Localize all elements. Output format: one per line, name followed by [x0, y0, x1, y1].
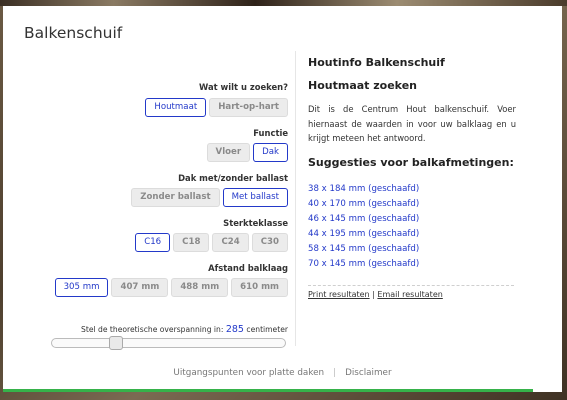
- suggestion-item[interactable]: 40 x 170 mm (geschaafd): [308, 197, 419, 212]
- info-intro-text: Dit is de Centrum Hout balkenschuif. Voe…: [308, 104, 516, 144]
- flat-roofs-link[interactable]: Uitgangspunten voor platte daken: [173, 368, 324, 378]
- suggestions-heading: Suggesties voor balkafmetingen:: [308, 156, 514, 169]
- suggestion-item[interactable]: 38 x 184 mm (geschaafd): [308, 182, 419, 197]
- suggestion-item[interactable]: 44 x 195 mm (geschaafd): [308, 227, 419, 242]
- question-spacing-label: Afstand balklaag: [208, 263, 288, 273]
- footer: Uitgangspunten voor platte daken | Disclai…: [3, 368, 562, 378]
- results-link-separator: |: [372, 290, 375, 299]
- option-button[interactable]: C16: [135, 233, 171, 252]
- suggestion-item[interactable]: 46 x 145 mm (geschaafd): [308, 212, 419, 227]
- question-ballast-label: Dak met/zonder ballast: [178, 173, 288, 183]
- span-slider[interactable]: [51, 336, 286, 350]
- search-type-buttons: Houtmaat Hart-op-hart: [145, 98, 288, 117]
- option-button[interactable]: Dak: [253, 143, 288, 162]
- page-title: Balkenschuif: [24, 24, 123, 42]
- suggestion-item[interactable]: 70 x 145 mm (geschaafd): [308, 257, 419, 272]
- option-button[interactable]: Zonder ballast: [131, 188, 220, 207]
- spacing-buttons: 305 mm 407 mm 488 mm 610 mm: [54, 278, 288, 297]
- suggestions-list: 38 x 184 mm (geschaafd) 40 x 170 mm (gesc…: [308, 182, 419, 272]
- option-button[interactable]: 488 mm: [171, 278, 229, 297]
- span-value: 285: [225, 324, 244, 335]
- results-links: Print resultaten | Email resultaten: [308, 290, 443, 299]
- disclaimer-link[interactable]: Disclaimer: [345, 368, 392, 378]
- info-subheading: Houtmaat zoeken: [308, 79, 417, 92]
- option-button[interactable]: Vloer: [206, 143, 251, 162]
- span-slider-handle[interactable]: [108, 336, 123, 350]
- option-button[interactable]: Met ballast: [222, 188, 288, 207]
- option-button[interactable]: C30: [251, 233, 288, 252]
- option-button[interactable]: Houtmaat: [145, 98, 207, 117]
- function-buttons: Vloer Dak: [206, 143, 288, 162]
- option-button[interactable]: 407 mm: [111, 278, 169, 297]
- option-button[interactable]: C18: [173, 233, 210, 252]
- column-divider: [295, 51, 296, 346]
- span-label-prefix: Stel de theoretische overspanning in:: [81, 325, 224, 334]
- info-heading: Houtinfo Balkenschuif: [308, 56, 445, 69]
- option-button[interactable]: 305 mm: [54, 278, 109, 297]
- footer-divider: |: [333, 368, 337, 378]
- span-slider-label: Stel de theoretische overspanning in: 28…: [81, 324, 288, 335]
- question-function-label: Functie: [253, 128, 288, 138]
- question-search-type-label: Wat wilt u zoeken?: [199, 82, 288, 92]
- email-results-link[interactable]: Email resultaten: [377, 290, 442, 299]
- print-results-link[interactable]: Print resultaten: [308, 290, 370, 299]
- results-separator: [308, 285, 514, 286]
- span-unit: centimeter: [246, 325, 288, 334]
- option-button[interactable]: Hart-op-hart: [209, 98, 288, 117]
- strength-class-buttons: C16 C18 C24 C30: [135, 233, 288, 252]
- question-strength-class-label: Sterkteklasse: [223, 218, 288, 228]
- suggestion-item[interactable]: 58 x 145 mm (geschaafd): [308, 242, 419, 257]
- main-panel: Balkenschuif Wat wilt u zoeken? Houtmaat…: [3, 6, 562, 392]
- ballast-buttons: Zonder ballast Met ballast: [131, 188, 288, 207]
- bottom-accent-bar: [3, 389, 533, 392]
- option-button[interactable]: 610 mm: [231, 278, 288, 297]
- option-button[interactable]: C24: [212, 233, 249, 252]
